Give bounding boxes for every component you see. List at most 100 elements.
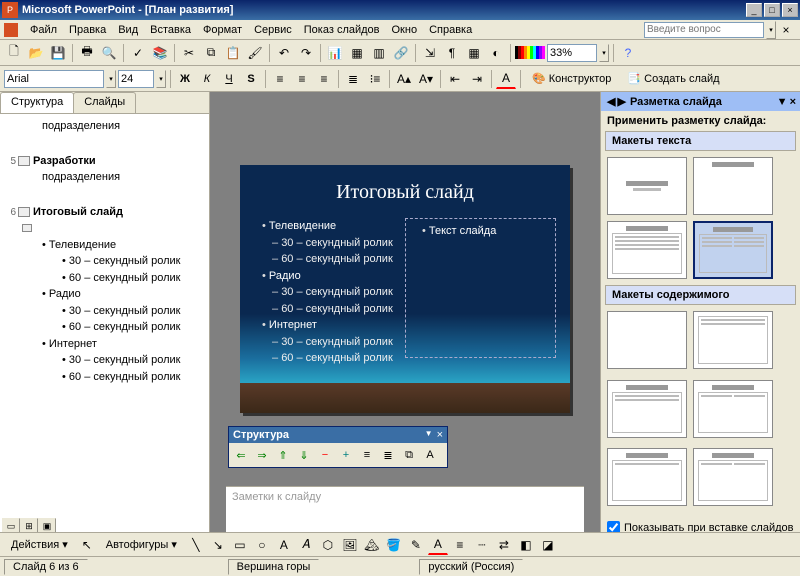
move-down-icon[interactable]: ⇓ [295, 446, 313, 464]
insert-chart-icon[interactable]: 📊 [325, 43, 345, 63]
toolbar-options-icon[interactable]: ▼ [425, 429, 433, 441]
outline-item[interactable]: • Интернет [42, 336, 205, 353]
menu-format[interactable]: Формат [197, 22, 248, 38]
layout-two-content[interactable] [693, 221, 773, 279]
collapse-icon[interactable]: − [316, 446, 334, 464]
layout-blank[interactable] [607, 311, 687, 369]
insert-table-icon[interactable]: ▦ [347, 43, 367, 63]
status-lang[interactable]: русский (Россия) [419, 559, 523, 575]
insert-link-icon[interactable]: 🔗 [391, 43, 411, 63]
align-right-icon[interactable]: ≡ [314, 69, 334, 89]
outline-item[interactable]: подразделения [42, 118, 205, 135]
menu-help[interactable]: Справка [423, 22, 478, 38]
shadow-style-icon[interactable]: ◧ [516, 535, 536, 555]
move-up-icon[interactable]: ⇑ [274, 446, 292, 464]
picture-icon[interactable]: 🏔 [362, 535, 382, 555]
slide-icon[interactable] [18, 156, 30, 166]
maximize-button[interactable]: □ [764, 3, 780, 17]
new-slide-button[interactable]: 📑 Создать слайд [620, 69, 726, 88]
notes-pane[interactable]: Заметки к слайду [226, 486, 584, 536]
tables-borders-icon[interactable]: ▥ [369, 43, 389, 63]
increase-font-icon[interactable]: A▴ [394, 69, 414, 89]
increase-indent-icon[interactable]: ⇥ [467, 69, 487, 89]
outline-item[interactable]: • 30 – секундный ролик [62, 303, 205, 320]
italic-icon[interactable]: К [197, 69, 217, 89]
menu-file[interactable]: Файл [24, 22, 63, 38]
layout-title-content[interactable] [607, 221, 687, 279]
font-size-dropdown[interactable]: ▾ [156, 70, 166, 88]
format-painter-icon[interactable]: 🖌 [245, 43, 265, 63]
undo-icon[interactable]: ↶ [274, 43, 294, 63]
line-icon[interactable]: ╲ [186, 535, 206, 555]
copy-icon[interactable]: ⧉ [201, 43, 221, 63]
decrease-font-icon[interactable]: A▾ [416, 69, 436, 89]
tab-structure[interactable]: Структура [0, 92, 74, 113]
3d-style-icon[interactable]: ◪ [538, 535, 558, 555]
autoshapes-button[interactable]: Автофигуры ▾ [99, 535, 184, 554]
outline-item[interactable]: • 30 – секундный ролик [62, 352, 205, 369]
slide-body-right[interactable]: Текст слайда [405, 218, 556, 358]
designer-button[interactable]: 🎨 Конструктор [525, 69, 618, 88]
align-center-icon[interactable]: ≡ [292, 69, 312, 89]
layout-content5[interactable] [693, 448, 773, 506]
menu-slideshow[interactable]: Показ слайдов [298, 22, 386, 38]
clipart-icon[interactable]: 🖼 [340, 535, 360, 555]
line-color-icon[interactable]: ✎ [406, 535, 426, 555]
show-format-icon[interactable]: A [421, 446, 439, 464]
numbering-icon[interactable]: ≣ [343, 69, 363, 89]
taskpane-close-icon[interactable]: × [790, 96, 796, 108]
grid-icon[interactable]: ▦ [464, 43, 484, 63]
spell-icon[interactable]: ✓ [128, 43, 148, 63]
arrow-icon[interactable]: ↘ [208, 535, 228, 555]
rect-icon[interactable]: ▭ [230, 535, 250, 555]
fill-color-icon[interactable]: 🪣 [384, 535, 404, 555]
outline-tree[interactable]: подразделения 5Разработки подразделения … [0, 114, 209, 538]
toolbar-close-icon[interactable]: × [437, 429, 443, 441]
outline-item[interactable]: • 30 – секундный ролик [62, 253, 205, 270]
collapse-all-icon[interactable]: ≡ [358, 446, 376, 464]
taskpane-back-icon[interactable]: ◀ [607, 95, 615, 108]
open-icon[interactable]: 📂 [26, 43, 46, 63]
decrease-indent-icon[interactable]: ⇤ [445, 69, 465, 89]
outline-item[interactable]: • 60 – секундный ролик [62, 319, 205, 336]
outline-item[interactable]: • Телевидение [42, 237, 205, 254]
bold-icon[interactable]: Ж [175, 69, 195, 89]
expand-all-icon[interactable]: ≣ [379, 446, 397, 464]
diagram-icon[interactable]: ⬡ [318, 535, 338, 555]
outline-item[interactable]: • 60 – секундный ролик [62, 270, 205, 287]
font-size[interactable]: 24 [118, 70, 154, 88]
select-icon[interactable]: ↖ [77, 535, 97, 555]
outline-title[interactable]: Итоговый слайд [33, 206, 123, 218]
print-icon[interactable]: 🖶 [77, 43, 97, 63]
wordart-icon[interactable]: 𝐴 [296, 535, 316, 555]
mdi-close-icon[interactable]: × [776, 20, 796, 40]
font-color-icon[interactable]: A [496, 69, 516, 89]
slide-title[interactable]: Итоговый слайд [254, 181, 556, 204]
close-button[interactable]: × [782, 3, 798, 17]
taskpane-fwd-icon[interactable]: ▶ [617, 95, 625, 108]
new-icon[interactable]: 🗋 [4, 43, 24, 63]
structure-toolbar-header[interactable]: Структура ▼ × [229, 427, 447, 443]
bullets-icon[interactable]: ⁝≡ [365, 69, 385, 89]
align-left-icon[interactable]: ≡ [270, 69, 290, 89]
textbox-icon[interactable]: A [274, 535, 294, 555]
help-icon[interactable]: ? [618, 43, 638, 63]
layout-content4[interactable] [607, 448, 687, 506]
outline-item[interactable]: • 60 – секундный ролик [62, 369, 205, 386]
expand-icon[interactable]: ⇲ [420, 43, 440, 63]
ask-dropdown[interactable]: ▾ [766, 21, 776, 39]
outline-item[interactable]: • Радио [42, 286, 205, 303]
arrow-style-icon[interactable]: ⇄ [494, 535, 514, 555]
slide-body-left[interactable]: Телевидение 30 – секундный ролик60 – сек… [254, 218, 399, 367]
layout-title-only[interactable] [693, 157, 773, 215]
summary-icon[interactable]: ⧉ [400, 446, 418, 464]
outline-title[interactable]: Разработки [33, 155, 96, 167]
paste-icon[interactable]: 📋 [223, 43, 243, 63]
menu-edit[interactable]: Правка [63, 22, 112, 38]
taskpane-menu-icon[interactable]: ▼ [777, 96, 788, 108]
slide-canvas[interactable]: Итоговый слайд Телевидение 30 – секундны… [240, 165, 570, 413]
doc-icon[interactable] [4, 23, 18, 37]
menu-window[interactable]: Окно [386, 22, 424, 38]
outline-item[interactable]: подразделения [42, 169, 205, 186]
redo-icon[interactable]: ↷ [296, 43, 316, 63]
